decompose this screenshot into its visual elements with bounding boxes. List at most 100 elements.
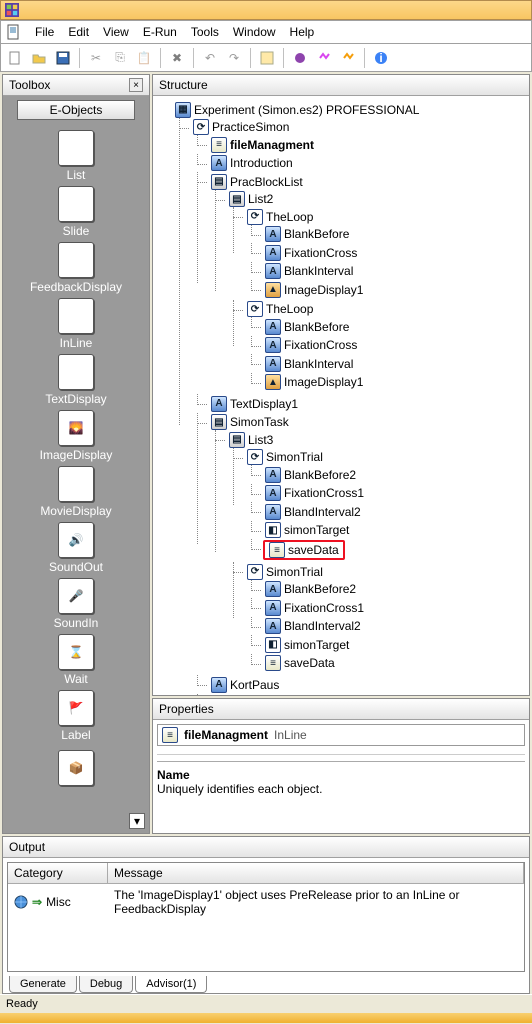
label-icon: 🚩 [58,690,94,726]
cut-button[interactable]: ✂ [86,48,106,68]
new-button[interactable] [5,48,25,68]
tree-node: ABlankBefore [263,226,351,242]
scroll-down-button[interactable]: ▾ [129,813,145,829]
tree-node: ABlankBefore2 [263,581,358,597]
tree-node: AKortPaus [209,677,281,693]
text-icon: A [265,319,281,335]
output-row[interactable]: ⇒Misc The 'ImageDisplay1' object uses Pr… [8,884,524,920]
tab-generate[interactable]: Generate [9,976,77,993]
text-icon: A [265,504,281,520]
output-header: Output [3,837,529,858]
tool-list[interactable]: ▤List [30,130,122,182]
script-button[interactable] [257,48,277,68]
tool-wait[interactable]: ⌛Wait [30,634,122,686]
undo-button[interactable]: ↶ [200,48,220,68]
tab-debug[interactable]: Debug [79,976,133,993]
menu-erun[interactable]: E-Run [137,23,183,41]
structure-header: Structure [153,75,529,96]
properties-panel: Properties ≡ fileManagment InLine Name U… [152,698,530,834]
tree-node: ◧simonTarget [263,637,351,653]
paste-button[interactable]: 📋 [134,48,154,68]
delete-button[interactable]: ✖ [167,48,187,68]
globe-icon [14,895,28,909]
image-icon: ▲ [265,374,281,390]
tool-label[interactable]: 🚩Label [30,690,122,742]
copy-button[interactable]: ⎘ [110,48,130,68]
structure-panel: Structure ▦Experiment (Simon.es2) PROFES… [152,74,530,696]
eobjects-button[interactable]: E-Objects [17,100,136,120]
info-button[interactable]: i [371,48,391,68]
tree-node: ⟳PracticeSimon [191,119,291,135]
inline-icon: ≡ [58,298,94,334]
tool-slide[interactable]: AᵇSlide [30,186,122,238]
svg-text:i: i [379,51,382,65]
tree-node: ⟳TheLoop [245,209,315,225]
property-name: fileManagment [184,728,268,742]
list-icon: ▤ [229,432,245,448]
tree-node: ▤PracBlockList [209,174,305,190]
generate-button[interactable] [290,48,310,68]
tree-node: ≡fileManagment [209,137,316,153]
tool-package[interactable]: 📦 [58,750,94,788]
properties-header: Properties [153,699,529,720]
text-icon: A [265,337,281,353]
tree-node: ⟳SimonTrial [245,449,325,465]
inline-icon: ≡ [211,137,227,153]
menu-help[interactable]: Help [284,23,321,41]
tree-node: AFixationCross [263,245,359,261]
list-icon: ▤ [229,191,245,207]
menu-file[interactable]: File [29,23,60,41]
menu-window[interactable]: Window [227,23,282,41]
menu-tools[interactable]: Tools [185,23,225,41]
procedure-icon: ⟳ [247,301,263,317]
tree-node: ≡saveData [263,655,337,671]
toolbox-panel: Toolbox × E-Objects ▤ListAᵇSlide✔Feedbac… [2,74,150,834]
text-icon: A [265,618,281,634]
text-icon: A [265,467,281,483]
text-icon: A [211,677,227,693]
tree-node: ABlankBefore [263,319,351,335]
tree-node: ▤SimonTask [209,414,291,430]
tree-root: ▦Experiment (Simon.es2) PROFESSIONAL [173,102,421,118]
inline-icon: ≡ [162,727,178,743]
text-icon: A [265,600,281,616]
list-icon: ▤ [211,174,227,190]
tree-node: ABlankBefore2 [263,467,358,483]
tool-feedback[interactable]: ✔FeedbackDisplay [30,242,122,294]
text-icon: A [265,245,281,261]
redo-button[interactable]: ↷ [224,48,244,68]
open-button[interactable] [29,48,49,68]
tool-image[interactable]: 🌄ImageDisplay [30,410,122,462]
text-icon: A [265,356,281,372]
tool-inline[interactable]: ≡InLine [30,298,122,350]
tool-text[interactable]: ABCTextDisplay [30,354,122,406]
tab-advisor[interactable]: Advisor(1) [135,976,207,993]
tree-node: ▤List3 [227,432,275,448]
output-col-message[interactable]: Message [108,863,524,883]
taskbar [0,1013,532,1023]
feedback-icon: ✔ [58,242,94,278]
tree-node: AIntroduction [209,155,295,171]
structure-tree[interactable]: ▦Experiment (Simon.es2) PROFESSIONAL ⟳Pr… [153,96,529,695]
tool-movie[interactable]: 🎞MovieDisplay [30,466,122,518]
output-col-category[interactable]: Category [8,863,108,883]
list-icon: ▤ [211,414,227,430]
procedure-icon: ⟳ [193,119,209,135]
save-button[interactable] [53,48,73,68]
menu-bar: File Edit View E-Run Tools Window Help [0,20,532,44]
run-button[interactable] [314,48,334,68]
tool-soundout[interactable]: 🔊SoundOut [30,522,122,574]
tree-node: ABlandInterval2 [263,618,363,634]
inline-icon: ≡ [265,655,281,671]
list-icon: ▤ [58,130,94,166]
tree-node: ◧simonTarget [263,522,351,538]
property-object-row[interactable]: ≡ fileManagment InLine [157,724,525,746]
run2-button[interactable] [338,48,358,68]
toolbox-close[interactable]: × [129,78,143,92]
output-panel: Output Category Message ⇒Misc The 'Image… [2,836,530,994]
title-bar [0,0,532,20]
text-icon: A [211,155,227,171]
menu-edit[interactable]: Edit [62,23,95,41]
menu-view[interactable]: View [97,23,135,41]
tool-soundin[interactable]: 🎤SoundIn [30,578,122,630]
